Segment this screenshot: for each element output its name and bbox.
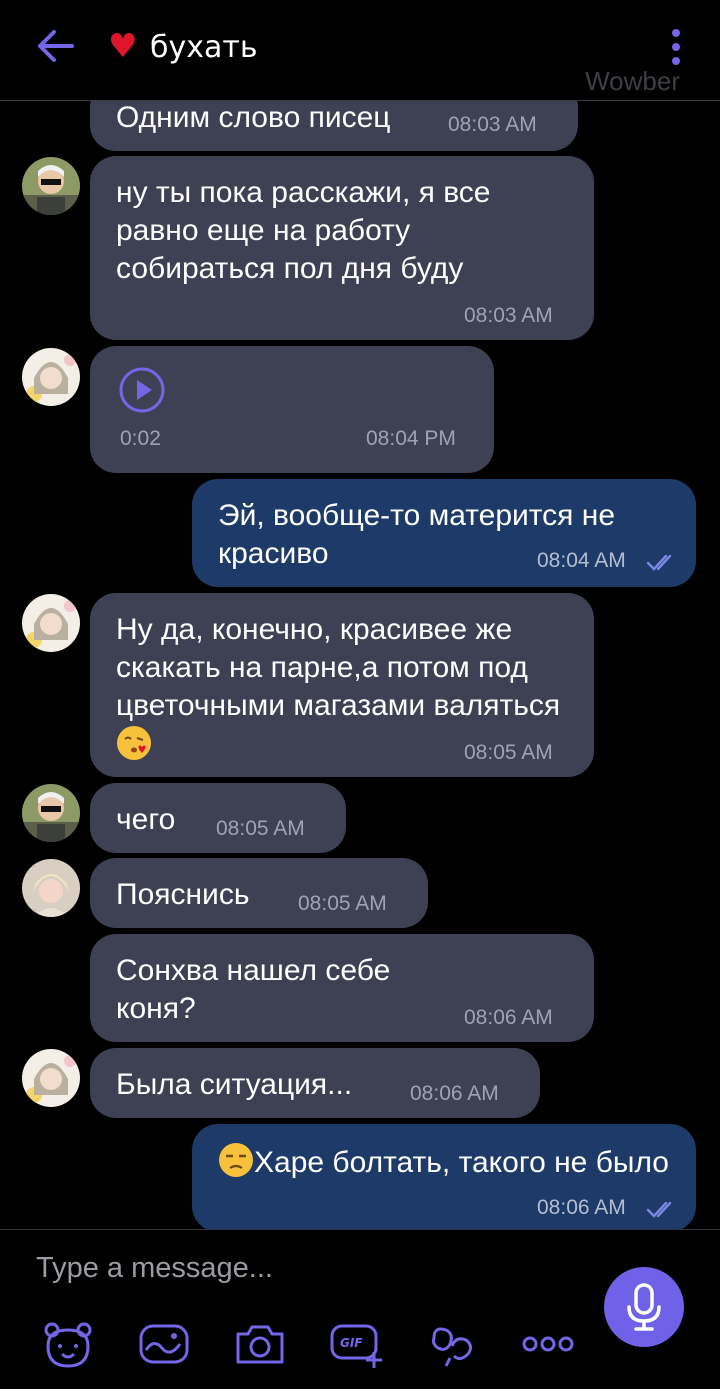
camera-icon[interactable] xyxy=(232,1316,288,1372)
message-time: 08:06 AM xyxy=(537,1196,626,1219)
composer: Type a message... GIF xyxy=(0,1229,720,1389)
read-ticks-icon xyxy=(646,554,672,571)
avatar[interactable] xyxy=(22,157,80,215)
watermark: Wowber xyxy=(585,66,680,96)
avatar-girl-flowers xyxy=(22,594,80,652)
message-bubble[interactable]: Одним слово писец 08:03 AM xyxy=(90,101,578,151)
voice-duration: 0:02 xyxy=(120,427,161,450)
message-bubble[interactable]: Была ситуация... 08:06 AM xyxy=(90,1048,540,1118)
chat-title[interactable]: бухать xyxy=(150,28,258,68)
message-bubble[interactable]: ну ты пока расскажи, я все равно еще на … xyxy=(90,156,594,340)
message-time: 08:05 AM xyxy=(464,741,553,764)
message-time: 08:06 AM xyxy=(410,1082,499,1105)
play-icon[interactable] xyxy=(118,366,166,414)
more-icon[interactable] xyxy=(520,1316,576,1372)
message-text: Ну да, конечно, красивее же скакать на п… xyxy=(116,593,568,765)
kissing-face-emoji-icon xyxy=(117,726,151,760)
message-bubble-outgoing[interactable]: Эй, вообще-то матерится не красиво 08:04… xyxy=(192,479,696,587)
avatar-girl-flowers xyxy=(22,1049,80,1107)
message-time: 08:05 AM xyxy=(216,817,305,840)
message-list[interactable]: Одним слово писец 08:03 AM ну ты пока ра… xyxy=(0,101,720,1229)
message-time: 08:03 AM xyxy=(464,304,553,327)
message-bubble-outgoing[interactable]: Харе болтать, такого не было 08:06 AM xyxy=(192,1124,696,1229)
message-time: 08:04 AM xyxy=(537,549,626,572)
mic-button[interactable] xyxy=(604,1267,684,1347)
sticker-bear-icon[interactable] xyxy=(40,1316,96,1372)
read-ticks-icon xyxy=(646,1201,672,1218)
heart-icon: ♥ xyxy=(108,26,138,65)
more-options-icon[interactable] xyxy=(666,28,686,66)
message-input[interactable]: Type a message... xyxy=(36,1252,273,1285)
message-time: 08:06 AM xyxy=(464,1006,553,1029)
message-bubble[interactable]: чего 08:05 AM xyxy=(90,783,346,853)
message-time: 08:05 AM xyxy=(298,892,387,915)
avatar-girl-flowers xyxy=(22,348,80,406)
avatar-blonde xyxy=(22,859,80,917)
voice-message-bubble[interactable]: 0:02 08:04 PM xyxy=(90,346,494,473)
gif-icon[interactable]: GIF xyxy=(328,1316,384,1372)
avatar[interactable] xyxy=(22,1049,80,1107)
link-icon[interactable] xyxy=(424,1316,480,1372)
message-text: Харе болтать, такого не было xyxy=(218,1124,670,1182)
message-time: 08:04 PM xyxy=(366,427,456,450)
message-bubble[interactable]: Пояснись 08:05 AM xyxy=(90,858,428,928)
microphone-icon xyxy=(627,1283,661,1331)
message-bubble[interactable]: Ну да, конечно, красивее же скакать на п… xyxy=(90,593,594,777)
unamused-face-emoji-icon xyxy=(219,1143,253,1177)
message-text-body: Ну да, конечно, красивее же скакать на п… xyxy=(116,613,561,722)
message-time: 08:03 AM xyxy=(448,113,537,136)
avatar-guy-sunglasses xyxy=(22,157,80,215)
avatar[interactable] xyxy=(22,348,80,406)
svg-text:GIF: GIF xyxy=(340,1336,363,1350)
avatar[interactable] xyxy=(22,594,80,652)
doodle-icon[interactable] xyxy=(136,1316,192,1372)
avatar[interactable] xyxy=(22,859,80,917)
chat-header: ♥ бухать Wowber xyxy=(0,0,720,101)
message-text-body: Харе болтать, такого не было xyxy=(254,1146,669,1179)
avatar-guy-sunglasses xyxy=(22,784,80,842)
message-text: ну ты пока расскажи, я все равно еще на … xyxy=(116,176,499,285)
message-bubble[interactable]: Сонхва нашел себе коня? 08:06 AM xyxy=(90,934,594,1042)
avatar[interactable] xyxy=(22,784,80,842)
back-arrow-icon[interactable] xyxy=(32,26,76,66)
